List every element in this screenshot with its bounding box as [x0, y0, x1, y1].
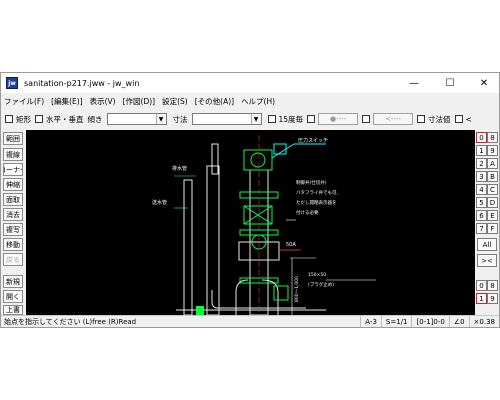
- layer-9[interactable]: 9: [487, 145, 498, 156]
- rect-label: 矩形: [16, 114, 31, 124]
- layer-palette-right: 0 8 1 9 2 A 3 B 4 C 5 D 6 E 7 F All >< 0…: [476, 130, 499, 315]
- status-angle[interactable]: ∠0: [448, 316, 469, 327]
- layer-7[interactable]: 7: [476, 223, 487, 234]
- status-layer[interactable]: [0-1]0-0: [411, 316, 448, 327]
- cad-drawing: 圧力スイッチ 制御弁(仕切弁) バタフライ弁でも可, ただし開閉表示器を 付ける…: [152, 135, 376, 315]
- status-zoom[interactable]: ×0.38: [468, 316, 499, 327]
- maximize-button[interactable]: ☐: [433, 73, 467, 93]
- layer-e[interactable]: E: [487, 210, 498, 221]
- leader-pressure: [271, 143, 295, 159]
- layer-c[interactable]: C: [487, 184, 498, 195]
- dim-combo[interactable]: ▼: [191, 113, 262, 125]
- group-9[interactable]: 9: [487, 293, 498, 304]
- menu-other[interactable]: [その他(A)]: [195, 96, 234, 107]
- dimval-label: 寸法値: [428, 114, 451, 124]
- label-control-valve-2: バタフライ弁でも可,: [296, 189, 338, 196]
- slope-combo[interactable]: ▼: [106, 113, 167, 125]
- rect-checkbox[interactable]: [5, 115, 13, 123]
- tool-move[interactable]: 移動: [3, 238, 23, 251]
- menu-bar: ファイル(F) [編集(E)] 表示(V) [作図(D)] 設定(S) [その他…: [1, 94, 499, 108]
- lt-checkbox[interactable]: [454, 115, 463, 123]
- tool-chamfer[interactable]: 面取: [3, 193, 23, 206]
- slope-label: 傾き: [87, 114, 103, 124]
- label-control-valve-4: 付ける必要: [296, 209, 319, 216]
- layer-b[interactable]: B: [487, 171, 498, 182]
- layer-4[interactable]: 4: [476, 184, 487, 195]
- title-bar: jw sanitation-p217.jww - jw_win — ☐ ✕: [1, 73, 499, 93]
- lt-label: <: [465, 114, 472, 124]
- layer-5[interactable]: 5: [476, 197, 487, 208]
- app-window: jw sanitation-p217.jww - jw_win — ☐ ✕ ファ…: [0, 72, 500, 328]
- fitting-1: [196, 306, 204, 315]
- label-dim-800: 800～1,000: [294, 276, 300, 302]
- arrow-checkbox[interactable]: [362, 115, 371, 123]
- tool-open[interactable]: 開く: [3, 290, 23, 303]
- deg15-label: 15度毎: [278, 114, 304, 124]
- circle-line-button[interactable]: ●----: [318, 113, 359, 125]
- layer-6[interactable]: 6: [476, 210, 487, 221]
- group-1[interactable]: 1: [476, 293, 487, 304]
- hv-checkbox[interactable]: [35, 115, 43, 123]
- label-control-valve-3: ただし開閉表示器を: [296, 199, 337, 206]
- tool-range[interactable]: 範囲: [3, 132, 23, 145]
- tool-offset[interactable]: 複線: [3, 148, 23, 161]
- layer-3[interactable]: 3: [476, 171, 487, 182]
- line-toolbar: 矩形 水平・垂直 傾き ▼ 寸法 ▼ 15度毎 ●---- <---- 寸法値 …: [1, 109, 499, 129]
- label-control-valve-1: 制御弁(仕切弁): [296, 179, 327, 186]
- layer-1[interactable]: 1: [476, 145, 487, 156]
- tool-erase[interactable]: 消去: [3, 208, 23, 221]
- label-drain-pipe: 排水管: [172, 165, 187, 172]
- status-scale[interactable]: S=1/1: [380, 316, 412, 327]
- menu-file[interactable]: ファイル(F): [4, 96, 44, 107]
- circle-checkbox[interactable]: [307, 115, 316, 123]
- layer-0[interactable]: 0: [476, 132, 487, 143]
- tool-new[interactable]: 新規: [3, 275, 23, 288]
- arrow-line-button[interactable]: <----: [373, 113, 414, 125]
- layer-f[interactable]: F: [487, 223, 498, 234]
- gauge-circle: [250, 152, 266, 168]
- minimize-button[interactable]: —: [397, 73, 431, 93]
- layer-all-button[interactable]: All: [477, 238, 497, 251]
- deg15-checkbox[interactable]: [267, 115, 276, 123]
- label-50a: 50A: [286, 242, 296, 248]
- dim-label: 寸法: [172, 114, 188, 124]
- tool-overwrite[interactable]: 上書: [3, 305, 23, 315]
- dimval-checkbox[interactable]: [417, 115, 426, 123]
- tool-stretch[interactable]: 伸縮: [3, 178, 23, 191]
- tool-undo[interactable]: 戻る: [3, 253, 23, 266]
- menu-edit[interactable]: [編集(E)]: [51, 96, 82, 107]
- menu-draw[interactable]: [作図(D)]: [123, 96, 155, 107]
- menu-settings[interactable]: 設定(S): [162, 96, 188, 107]
- status-paper[interactable]: A-3: [360, 316, 381, 327]
- label-plug: (プラグ止め): [308, 281, 334, 288]
- menu-view[interactable]: 表示(V): [90, 96, 116, 107]
- label-pressure-switch: 圧力スイッチ: [298, 137, 328, 144]
- tool-corner[interactable]: コーナー: [3, 163, 23, 176]
- menu-help[interactable]: ヘルプ(H): [241, 96, 275, 107]
- label-water-pipe: 送水管: [152, 199, 167, 206]
- group-0[interactable]: 0: [476, 280, 487, 291]
- layer-a[interactable]: A: [487, 158, 498, 169]
- hv-label: 水平・垂直: [46, 114, 84, 124]
- layer-8[interactable]: 8: [487, 132, 498, 143]
- chevron-down-icon: ▼: [250, 114, 261, 124]
- window-title: sanitation-p217.jww - jw_win: [24, 78, 140, 88]
- group-8[interactable]: 8: [487, 280, 498, 291]
- tool-palette-left: 範囲 複線 コーナー 伸縮 面取 消去 複写 移動 戻る 新規 開く 上書: [1, 130, 25, 315]
- layer-cross-button[interactable]: ><: [477, 254, 497, 267]
- riser-pipe: [206, 165, 220, 315]
- supply-pipe: [183, 179, 193, 315]
- reducer: [273, 285, 289, 301]
- status-message: 始点を指示してください (L)free (R)Read: [4, 317, 137, 326]
- layer-d[interactable]: D: [487, 197, 498, 208]
- status-bar: 始点を指示してください (L)free (R)Read A-3 S=1/1 [0…: [1, 315, 499, 327]
- close-button[interactable]: ✕: [467, 73, 500, 93]
- drawing-canvas[interactable]: 圧力スイッチ 制御弁(仕切弁) バタフライ弁でも可, ただし開閉表示器を 付ける…: [26, 130, 475, 315]
- chevron-down-icon: ▼: [155, 114, 166, 124]
- layer-2[interactable]: 2: [476, 158, 487, 169]
- tool-copy[interactable]: 複写: [3, 223, 23, 236]
- label-150x50: 150×50: [308, 272, 326, 278]
- riser-top: [211, 143, 219, 175]
- jw-app-icon: jw: [6, 77, 18, 89]
